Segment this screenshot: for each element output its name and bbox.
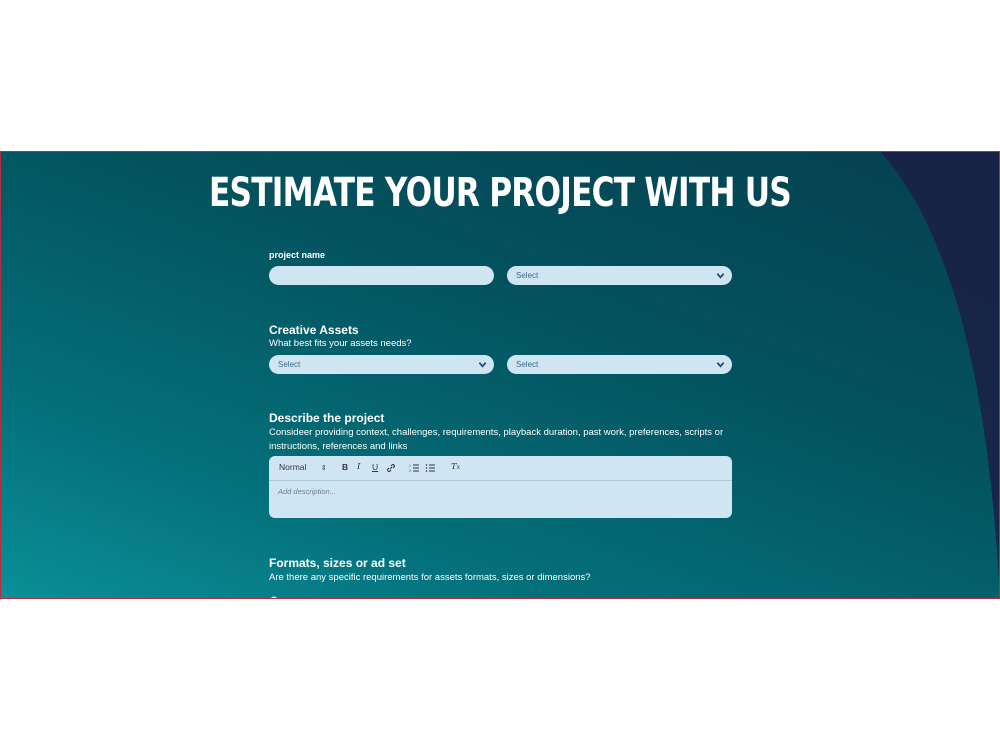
underline-icon[interactable]: U (372, 462, 378, 472)
bold-icon[interactable]: B (342, 462, 348, 472)
creative-assets-heading: Creative Assets (269, 323, 359, 337)
assets-select-1[interactable]: Select (269, 355, 494, 374)
chevron-down-icon (478, 362, 487, 368)
project-name-label: project name (269, 250, 326, 260)
formats-question: Are there any specific requirements for … (269, 572, 591, 583)
project-type-select[interactable]: Select (507, 266, 732, 285)
estimate-form-panel: ESTIMATE YOUR PROJECT WITH US project na… (0, 151, 1000, 599)
formats-heading: Formats, sizes or ad set (269, 556, 406, 570)
select-label: Select (516, 360, 539, 369)
describe-heading: Describe the project (269, 411, 385, 425)
select-label: Select (516, 271, 539, 280)
description-editor[interactable]: Normal ⇕ B I U 12 Tx Add description... (269, 456, 732, 518)
page-title: ESTIMATE YOUR PROJECT WITH US (209, 170, 792, 216)
describe-help-line2: instructions, references and links (269, 441, 408, 452)
bullet-list-icon[interactable] (425, 463, 436, 473)
ordered-list-icon[interactable]: 12 (409, 463, 420, 473)
italic-icon[interactable]: I (357, 462, 360, 472)
clear-format-icon[interactable]: Tx (451, 462, 460, 472)
corner-decoration (880, 152, 999, 581)
select-label: Select (278, 360, 301, 369)
chevron-down-icon (716, 362, 725, 368)
describe-help-line1: Consideer providing context, challenges,… (269, 427, 724, 438)
creative-assets-question: What best fits your assets needs? (269, 338, 412, 349)
format-select[interactable]: Normal ⇕ (279, 462, 327, 472)
description-placeholder: Add description... (278, 487, 336, 496)
radio-option-cropped[interactable] (269, 595, 469, 599)
svg-text:1: 1 (409, 464, 411, 468)
link-icon[interactable] (386, 463, 396, 473)
chevron-down-icon (716, 273, 725, 279)
assets-select-2[interactable]: Select (507, 355, 732, 374)
svg-text:2: 2 (409, 469, 411, 473)
project-name-input[interactable] (269, 266, 494, 285)
editor-toolbar: Normal ⇕ B I U 12 Tx (269, 456, 732, 481)
